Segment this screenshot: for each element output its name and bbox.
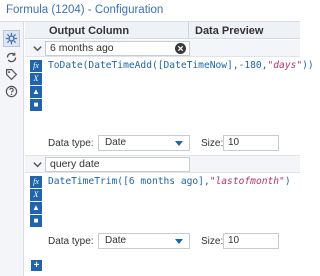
- save-icon[interactable]: ■: [30, 215, 42, 227]
- gear-icon[interactable]: [3, 30, 20, 47]
- title-bar: Formula (1204) - Configuration: [0, 0, 300, 22]
- expression-string: "days": [267, 60, 303, 71]
- caret-down-icon: [175, 239, 183, 244]
- expression-editor-2[interactable]: DateTimeTrim([6 months ago],"lastofmonth…: [48, 176, 298, 187]
- header-divider: [188, 22, 189, 39]
- folder-icon[interactable]: ▲: [30, 86, 42, 98]
- data-type-value: Date: [105, 137, 127, 148]
- output-name-input-1[interactable]: 6 months ago: [45, 41, 190, 56]
- tag-icon[interactable]: [3, 66, 20, 83]
- expression-tools-1: fx X ▲ ■: [30, 60, 42, 112]
- folder-icon[interactable]: ▲: [30, 202, 42, 214]
- formula-panel: Output Column Data Preview 6 months ago …: [25, 22, 314, 276]
- fx-icon[interactable]: fx: [30, 176, 42, 188]
- x-variable-icon[interactable]: X: [30, 189, 42, 201]
- window-title: Formula (1204) - Configuration: [6, 4, 164, 16]
- expression-part: ): [284, 176, 291, 187]
- chevron-down-icon[interactable]: [32, 159, 43, 170]
- expression-editor-1[interactable]: ToDate(DateTimeAdd([DateTimeNow],-180,"d…: [48, 60, 314, 71]
- expression-header-1: 6 months ago: [25, 40, 300, 57]
- cycle-icon[interactable]: [3, 49, 20, 66]
- output-name-input-2[interactable]: query date: [45, 157, 190, 172]
- left-rail: [0, 22, 24, 276]
- fx-icon[interactable]: fx: [30, 60, 42, 72]
- save-icon[interactable]: ■: [30, 99, 42, 111]
- expression-block-1: 6 months ago fx X ▲ ■ ToDate(DateTimeAdd…: [25, 40, 314, 155]
- expression-string: "lastofmonth": [209, 176, 285, 187]
- data-type-value: Date: [105, 235, 127, 246]
- data-type-select-2[interactable]: Date: [98, 233, 190, 249]
- data-type-label: Data type:: [48, 138, 94, 149]
- expression-tools-2: fx X ▲ ■: [30, 176, 42, 228]
- expression-block-2: query date fx X ▲ ■ DateTimeTrim([6 mont…: [25, 156, 300, 256]
- size-label: Size:: [201, 138, 224, 149]
- data-preview-header: Data Preview: [195, 25, 264, 37]
- expression-part: DateTimeTrim([6 months ago],: [48, 176, 210, 187]
- add-expression-button[interactable]: +: [31, 260, 42, 271]
- expression-part: ToDate(DateTimeAdd([DateTimeNow],-180,: [48, 60, 268, 71]
- expression-header-2: query date: [25, 156, 300, 173]
- x-variable-icon[interactable]: X: [30, 73, 42, 85]
- output-column-header: Output Column: [49, 25, 130, 37]
- size-label: Size:: [201, 236, 224, 247]
- help-icon[interactable]: [3, 83, 20, 100]
- type-row-2: Data type: Date Size: 10: [25, 231, 300, 251]
- type-row-1: Data type: Date Size: 10: [25, 133, 300, 153]
- size-input-2[interactable]: 10: [223, 233, 279, 249]
- column-header: Output Column Data Preview: [25, 22, 300, 39]
- caret-down-icon: [175, 141, 183, 146]
- clear-icon[interactable]: [175, 43, 186, 54]
- data-type-label: Data type:: [48, 236, 94, 247]
- expression-part: )): [302, 60, 314, 71]
- chevron-down-icon[interactable]: [32, 43, 43, 54]
- data-type-select-1[interactable]: Date: [98, 135, 190, 151]
- size-input-1[interactable]: 10: [223, 135, 279, 151]
